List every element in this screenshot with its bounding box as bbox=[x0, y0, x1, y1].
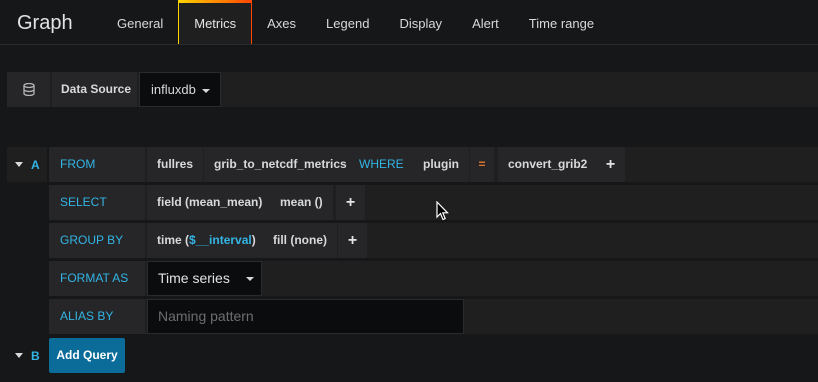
query-a-toggle[interactable]: A bbox=[7, 147, 47, 182]
select-keyword: SELECT bbox=[49, 185, 145, 220]
query-ref-label: B bbox=[31, 348, 40, 363]
format-as-select[interactable]: Time series bbox=[147, 261, 262, 296]
tab-metrics[interactable]: Metrics bbox=[178, 0, 253, 44]
datasource-label: Data Source bbox=[52, 72, 137, 107]
time-prefix: time ( bbox=[157, 233, 190, 247]
tab-time-range[interactable]: Time range bbox=[514, 0, 609, 44]
caret-down-icon bbox=[245, 277, 254, 282]
retention-policy-segment[interactable]: fullres bbox=[147, 147, 204, 182]
add-select-button[interactable]: + bbox=[336, 185, 365, 220]
datasource-select[interactable]: influxdb bbox=[139, 72, 221, 107]
tab-axes[interactable]: Axes bbox=[252, 0, 311, 44]
add-where-button[interactable]: + bbox=[596, 147, 625, 182]
mean-function-segment[interactable]: mean () bbox=[270, 185, 333, 220]
query-b-toggle[interactable]: B bbox=[7, 338, 47, 373]
panel-editor-header: Graph General Metrics Axes Legend Displa… bbox=[0, 0, 818, 45]
tab-display[interactable]: Display bbox=[384, 0, 457, 44]
editor-tabs: General Metrics Axes Legend Display Aler… bbox=[102, 0, 609, 44]
interval-variable: $__interval bbox=[189, 233, 252, 247]
group-by-keyword: GROUP BY bbox=[49, 223, 145, 258]
add-group-by-button[interactable]: + bbox=[338, 223, 367, 258]
collapse-triangle-icon bbox=[15, 162, 23, 167]
format-as-value: Time series bbox=[158, 270, 230, 286]
alias-by-keyword: ALIAS BY bbox=[49, 299, 145, 334]
where-keyword: WHERE bbox=[350, 147, 413, 182]
operator-segment[interactable]: = bbox=[470, 147, 494, 182]
mouse-cursor-icon bbox=[436, 201, 449, 221]
fill-segment[interactable]: fill (none) bbox=[263, 223, 337, 258]
field-segment[interactable]: field (mean_mean) bbox=[147, 185, 273, 220]
caret-down-icon bbox=[201, 88, 210, 93]
alias-by-input[interactable]: Naming pattern bbox=[147, 299, 464, 334]
datasource-value: influxdb bbox=[151, 82, 196, 97]
from-keyword: FROM bbox=[49, 147, 145, 182]
tab-general[interactable]: General bbox=[102, 0, 178, 44]
format-as-keyword: FORMAT AS bbox=[49, 261, 145, 296]
time-interval-segment[interactable]: time ($__interval) bbox=[147, 223, 266, 258]
time-suffix: ) bbox=[251, 233, 256, 247]
measurement-segment[interactable]: grib_to_netcdf_metrics bbox=[204, 147, 357, 182]
panel-title: Graph bbox=[17, 12, 73, 34]
add-query-button[interactable]: Add Query bbox=[49, 338, 125, 373]
tag-key-segment[interactable]: plugin bbox=[413, 147, 469, 182]
query-ref-label: A bbox=[31, 157, 40, 172]
tab-alert[interactable]: Alert bbox=[457, 0, 514, 44]
database-icon bbox=[7, 72, 50, 107]
collapse-triangle-icon bbox=[15, 353, 23, 358]
tag-value-segment[interactable]: convert_grib2 bbox=[498, 147, 598, 182]
tab-legend[interactable]: Legend bbox=[311, 0, 384, 44]
